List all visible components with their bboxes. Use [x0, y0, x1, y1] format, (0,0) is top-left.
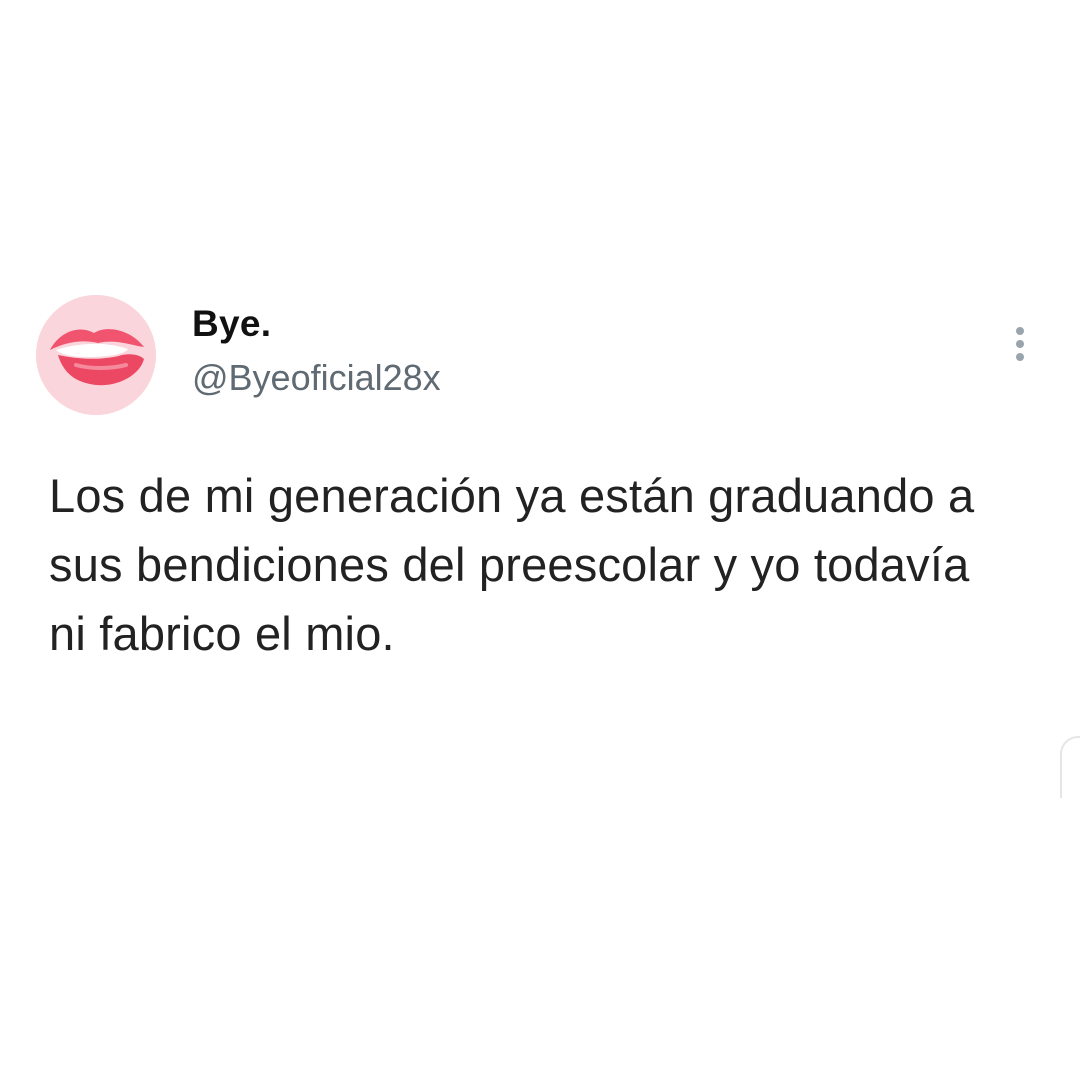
- author-handle[interactable]: @Byeoficial28x: [192, 354, 441, 402]
- lips-icon: [36, 295, 156, 415]
- more-vertical-icon: [1016, 327, 1024, 335]
- avatar[interactable]: [36, 295, 156, 415]
- tweet-text: Los de mi generación ya están graduando …: [49, 469, 975, 660]
- more-vertical-icon-dot: [1016, 353, 1024, 361]
- author-display-name[interactable]: Bye.: [192, 300, 271, 348]
- more-vertical-icon-dot: [1016, 340, 1024, 348]
- more-options-button[interactable]: [1003, 320, 1037, 368]
- tweet-card: Bye. @Byeoficial28x Los de mi generación…: [0, 0, 1080, 1080]
- partial-card-edge: [1060, 736, 1080, 798]
